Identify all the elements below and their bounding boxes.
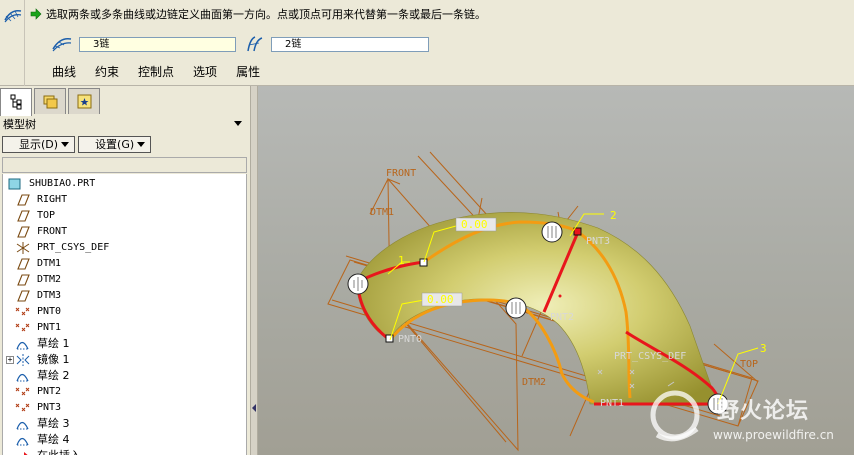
model-tree-title: 模型树 [3, 118, 36, 131]
first-direction-chain-collector[interactable]: 3链 [79, 37, 236, 52]
tree-item-label: PRT_CSYS_DEF [37, 242, 110, 253]
tree-item-label: PNT2 [37, 386, 62, 397]
settings-button[interactable]: 设置(G) [78, 136, 152, 153]
tab-curves[interactable]: 曲线 [52, 63, 76, 80]
point-label-pnt1: PNT1 [600, 398, 624, 409]
first-direction-icon[interactable] [51, 35, 73, 53]
datum-point-icon [15, 403, 30, 412]
csys-icon [16, 242, 30, 254]
tree-column-header [2, 157, 247, 173]
datum-plane-icon [17, 210, 30, 222]
expand-toggle-icon[interactable]: + [6, 356, 14, 364]
tree-item-label: FRONT [37, 226, 68, 237]
tab-options[interactable]: 选项 [193, 63, 217, 80]
datum-plane-icon [17, 226, 30, 238]
part-icon [8, 178, 21, 190]
tree-item-label: DTM1 [37, 258, 62, 269]
tree-item-label: 草绘 3 [37, 417, 70, 430]
tree-item-label: PNT3 [37, 402, 62, 413]
watermark-url: www.proewildfire.cn [713, 428, 834, 442]
navigator-tabs [0, 88, 250, 116]
tab-control-points[interactable]: 控制点 [138, 63, 174, 80]
chain-number-2: 2 [610, 209, 617, 222]
second-direction-icon[interactable] [245, 35, 267, 53]
sketch-icon [16, 341, 29, 350]
datum-label-dtm2: DTM2 [522, 377, 546, 388]
tension-value-2[interactable]: 0.00 [427, 293, 454, 306]
point-label-pnt2: PNT2 [550, 312, 574, 323]
tab-constraints[interactable]: 约束 [95, 63, 119, 80]
mirror-icon [16, 354, 30, 366]
dashboard-tabs: 曲线 约束 控制点 选项 属性 [52, 63, 279, 80]
show-button[interactable]: 显示(D) [2, 136, 76, 153]
tree-item-label: 镜像 1 [37, 353, 70, 366]
datum-plane-icon [17, 258, 30, 270]
panel-splitter[interactable] [250, 86, 258, 455]
datum-label-top: TOP [740, 359, 758, 370]
tree-item-label: TOP [37, 210, 56, 221]
datum-label-front: FRONT [386, 168, 416, 179]
tree-item-label: 草绘 2 [37, 369, 70, 382]
model-tree-header: 模型树 [0, 117, 248, 132]
datum-label-dtm1: DTM1 [370, 207, 394, 218]
tab-properties[interactable]: 属性 [236, 63, 260, 80]
watermark-title: 野火论坛 [717, 399, 810, 424]
datum-point-icon [15, 323, 30, 332]
model-tree: SHUBIAO.PRT RIGHT TOP FRONT PRT_CSYS_DEF DTM1… [2, 174, 247, 455]
chain-number-1: 1 [398, 254, 405, 267]
datum-plane-icon [17, 274, 30, 286]
tab-folder-browser[interactable] [34, 88, 66, 114]
csys-label: PRT_CSYS_DEF [614, 351, 686, 362]
tree-item-label: RIGHT [37, 194, 68, 205]
tree-item-label: 草绘 4 [37, 433, 70, 446]
forum-watermark: 野火论坛 www.proewildfire.cn [643, 389, 851, 451]
datum-plane-icon [17, 290, 30, 302]
boundary-blend-icon [4, 9, 22, 23]
navigator-panel: 模型树 显示(D) 设置(G) SHUBIAO.PRT RIGHT TOP FRONT… [0, 86, 250, 455]
sketch-icon [16, 373, 29, 382]
tree-item-label: 草绘 1 [37, 337, 70, 350]
tree-item-label: PNT1 [37, 322, 62, 333]
point-label-pnt3: PNT3 [586, 236, 610, 247]
folder-browser-icon [43, 95, 58, 109]
collapse-arrow-icon[interactable] [252, 404, 256, 412]
point-label-pnt0: PNT0 [398, 334, 422, 345]
insert-here-icon [24, 452, 28, 455]
model-tree-icon [10, 94, 22, 110]
prompt-line: 选取两条或多条曲线或边链定义曲面第一方向。点或顶点可用来代替第一条或最后一条链。 [30, 5, 486, 23]
dashboard-icon-column [0, 0, 25, 86]
datum-point-icon [15, 387, 30, 396]
tree-item-label: SHUBIAO.PRT [29, 178, 96, 189]
wildfire-logo-icon [650, 390, 700, 442]
favorites-icon [77, 94, 92, 109]
second-direction-chain-collector[interactable]: 2链 [271, 37, 429, 52]
tree-item-label: DTM2 [37, 274, 62, 285]
tab-favorites[interactable] [68, 88, 100, 114]
tree-item-label: 在此插入 [37, 448, 81, 455]
sketch-icon [16, 437, 29, 446]
sketch-icon [16, 421, 29, 430]
prompt-arrow-icon [30, 8, 42, 20]
tree-item-label: PNT0 [37, 306, 62, 317]
tab-model-tree[interactable] [0, 88, 32, 116]
tension-value-1[interactable]: 0.00 [461, 218, 488, 231]
datum-point-icon [15, 307, 30, 316]
tree-header-dropdown-icon[interactable] [234, 121, 242, 126]
tree-item-label: DTM3 [37, 290, 62, 301]
prompt-text: 选取两条或多条曲线或边链定义曲面第一方向。点或顶点可用来代替第一条或最后一条链。 [46, 8, 486, 21]
tree-button-row: 显示(D) 设置(G) [2, 136, 152, 153]
datum-plane-icon [17, 194, 30, 206]
feature-dashboard: 选取两条或多条曲线或边链定义曲面第一方向。点或顶点可用来代替第一条或最后一条链。… [0, 0, 854, 86]
chain-number-3: 3 [760, 342, 767, 355]
